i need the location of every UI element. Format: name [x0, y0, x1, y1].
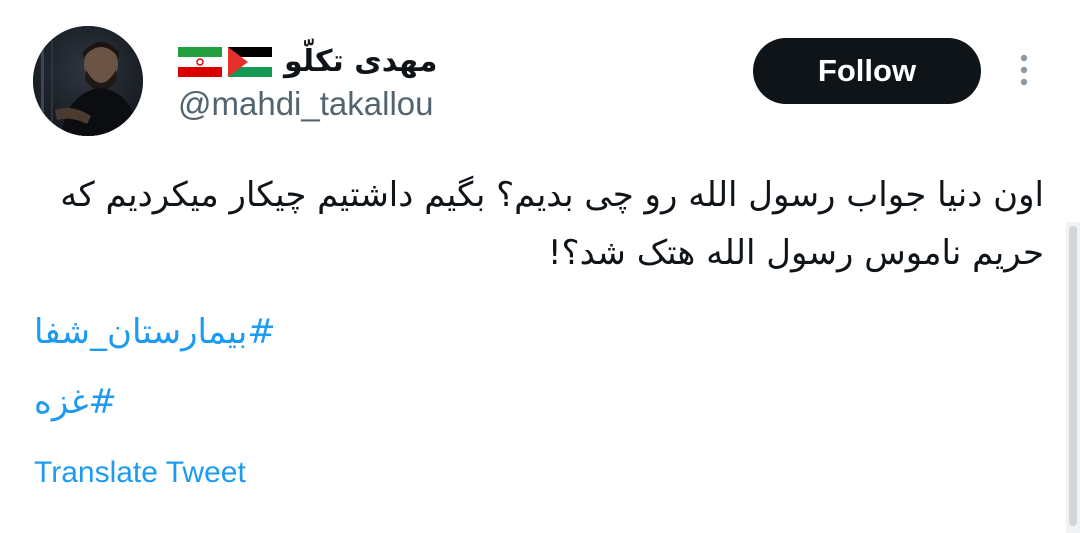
palestine-flag-icon: [228, 47, 272, 77]
scrollbar[interactable]: [1066, 222, 1080, 533]
hashtag-link[interactable]: #بیمارستان_شفا: [34, 312, 276, 353]
hashtag-link[interactable]: #غزه: [34, 382, 117, 423]
avatar-photo: [33, 26, 143, 136]
more-options-button[interactable]: [1008, 50, 1040, 90]
avatar[interactable]: [33, 26, 143, 136]
tweet-text: اون دنیا جواب رسول الله رو چی بدیم؟ بگیم…: [60, 175, 1044, 273]
author-display-name[interactable]: مهدی تکلّو: [284, 47, 437, 77]
author-handle[interactable]: @mahdi_takallou: [178, 85, 433, 122]
iran-flag-icon: [178, 47, 222, 77]
more-vertical-icon: [1020, 54, 1028, 86]
author-name-row[interactable]: مهدی تکلّو: [178, 40, 437, 84]
follow-button[interactable]: Follow: [753, 38, 981, 104]
translate-tweet-link[interactable]: Translate Tweet: [34, 456, 246, 490]
scrollbar-thumb[interactable]: [1069, 226, 1077, 526]
